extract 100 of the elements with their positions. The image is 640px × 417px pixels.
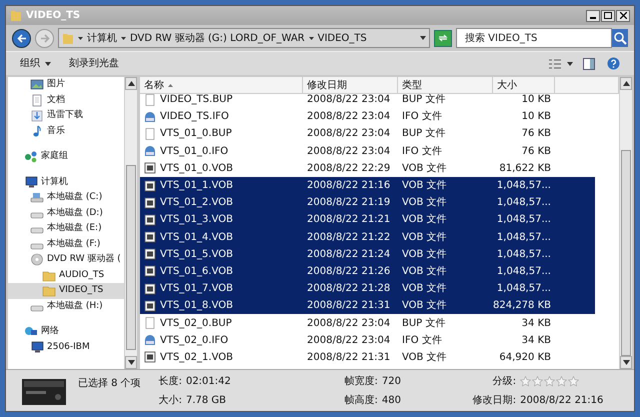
file-row[interactable]: VTS_01_0.IFO 2008/8/22 23:04 IFO 文件 76 KB (140, 142, 595, 160)
scroll-up-button[interactable] (125, 77, 137, 90)
refresh-button[interactable] (434, 30, 452, 46)
back-button[interactable] (12, 28, 31, 48)
back-arrow-icon (16, 34, 26, 42)
file-row[interactable]: VTS_01_0.BUP 2008/8/22 23:04 BUP 文件 76 KB (140, 125, 595, 143)
table-cell-text: IFO 文件 (401, 144, 443, 159)
tree-item[interactable]: 本地磁盘 (H:) (8, 298, 124, 314)
address-bar[interactable]: 计算机 DVD RW 驱动器 (G:) LORD_OF_WAR VIDEO_TS (58, 28, 430, 48)
tree-item[interactable]: 本地磁盘 (F:) (8, 236, 124, 252)
file-row[interactable]: VTS_01_6.VOB 2008/8/22 21:26 VOB 文件 1,048,57... (140, 262, 595, 280)
dropdown-arrow-icon[interactable] (420, 36, 426, 40)
help-icon[interactable] (607, 57, 620, 70)
tree-item[interactable]: 迅雷下载 (8, 108, 124, 124)
info-file-icon (144, 145, 156, 158)
toolbar-button[interactable]: 组织 (20, 56, 51, 71)
table-cell-text: VOB 文件 (401, 162, 448, 176)
table-cell-text: VOB 文件 (401, 248, 448, 262)
file-row[interactable]: VTS_01_3.VOB 2008/8/22 21:21 VOB 文件 1,048,57... (140, 211, 595, 228)
file-row[interactable]: VTS_02_0.BUP 2008/8/22 23:04 BUP 文件 34 KB (140, 314, 595, 332)
scroll-thumb[interactable] (126, 165, 136, 350)
maximize-icon (604, 12, 612, 19)
column-header[interactable]: 修改日期 (303, 77, 398, 93)
chevron-icon (308, 36, 314, 40)
search-icon[interactable] (612, 29, 628, 47)
file-row[interactable]: VTS_01_2.VOB 2008/8/22 21:19 VOB 文件 1,048,57... (140, 194, 595, 212)
file-row[interactable]: VTS_01_0.VOB 2008/8/22 22:29 VOB 文件 81,622 KB (140, 160, 595, 177)
video-file-icon (144, 265, 156, 278)
table-cell-text: 10 KB (520, 110, 552, 124)
detail-value: 720 (382, 374, 402, 388)
table-cell-text: 2008/8/22 23:04 (306, 110, 392, 124)
table-cell-text: 2008/8/22 21:26 (306, 264, 392, 279)
video-file-icon (144, 162, 156, 174)
caret-icon (45, 62, 51, 66)
breadcrumb[interactable]: VIDEO_TS (318, 30, 367, 46)
file-name: VTS_01_1.VOB (160, 179, 233, 194)
table-cell-text: 2008/8/22 21:16 (306, 179, 392, 194)
file-name: VTS_01_0.BUP (160, 127, 232, 142)
tree-item[interactable]: 网络 (8, 324, 124, 340)
file-row[interactable]: VTS_01_4.VOB 2008/8/22 21:22 VOB 文件 1,048,57... (140, 228, 595, 246)
breadcrumb[interactable]: DVD RW 驱动器 (G:) LORD_OF_WAR (130, 30, 305, 46)
tree-item[interactable]: 计算机 (8, 174, 124, 190)
file-name: VTS_01_0.VOB (160, 162, 233, 176)
tree-item[interactable]: VIDEO_TS (8, 283, 124, 298)
star-icon[interactable] (556, 376, 568, 386)
column-header[interactable]: 名称 (140, 77, 303, 93)
view-options-icon[interactable] (549, 58, 561, 68)
table-cell-text: 1,048,57... (496, 230, 552, 245)
scrollbar[interactable] (619, 77, 632, 369)
caret-icon[interactable] (567, 62, 573, 66)
file-row[interactable]: VIDEO_TS.BUP 2008/8/22 23:04 BUP 文件 10 KB (140, 91, 595, 108)
table-cell-text: 2008/8/22 23:04 (306, 93, 392, 108)
star-icon[interactable] (544, 376, 556, 386)
tree-item[interactable]: 2506-IBM (8, 340, 124, 355)
maximize-button[interactable] (601, 10, 615, 22)
scrollbar[interactable] (124, 77, 137, 369)
table-cell-text: 81,622 KB (498, 162, 552, 176)
scroll-down-button[interactable] (620, 356, 632, 369)
video-file-icon (144, 231, 156, 244)
breadcrumb[interactable]: 计算机 (87, 30, 117, 46)
file-row[interactable]: VTS_01_1.VOB 2008/8/22 21:16 VOB 文件 1,048,57... (140, 176, 595, 194)
scroll-thumb[interactable] (621, 150, 631, 356)
tree-item[interactable]: 家庭组 (8, 149, 124, 164)
file-row[interactable]: VTS_01_7.VOB 2008/8/22 21:28 VOB 文件 1,048,57... (140, 280, 595, 298)
table-cell-text: 2008/8/22 22:29 (306, 162, 392, 176)
tree-item[interactable]: 本地磁盘 (D:) (8, 206, 124, 221)
column-header[interactable]: 类型 (398, 77, 493, 93)
video-file-icon (144, 214, 156, 226)
table-cell-text: 2008/8/22 21:31 (306, 299, 392, 314)
file-row[interactable]: VTS_01_5.VOB 2008/8/22 21:24 VOB 文件 1,048,57... (140, 246, 595, 263)
tree-item[interactable]: 本地磁盘 (E:) (8, 221, 124, 236)
minimize-button[interactable] (586, 10, 600, 22)
table-cell-text: 2008/8/22 23:04 (306, 144, 392, 159)
file-row[interactable]: VIDEO_TS.IFO 2008/8/22 23:04 IFO 文件 10 KB (140, 108, 595, 126)
star-icon[interactable] (532, 376, 544, 386)
tree-item[interactable]: 文档 (8, 92, 124, 108)
search-field[interactable]: 搜索 VIDEO_TS (456, 28, 612, 48)
file-row[interactable]: VTS_01_8.VOB 2008/8/22 21:31 VOB 文件 824,278 KB (140, 297, 595, 314)
scroll-down-button[interactable] (125, 356, 137, 369)
info-file-icon (144, 334, 156, 346)
file-name: VIDEO_TS.IFO (160, 110, 229, 124)
scroll-up-button[interactable] (620, 77, 632, 90)
file-name: VTS_01_7.VOB (160, 282, 233, 296)
file-row[interactable]: VTS_02_1.VOB 2008/8/22 21:31 VOB 文件 64,920 KB (140, 348, 595, 366)
tree-item[interactable]: 图片 (8, 77, 124, 92)
preview-pane-icon[interactable] (583, 58, 595, 70)
tree-item[interactable]: AUDIO_TS (8, 268, 124, 283)
file-row[interactable]: VTS_02_0.IFO 2008/8/22 23:04 IFO 文件 34 KB (140, 332, 595, 349)
table-cell-text: 2008/8/22 23:04 (306, 334, 392, 348)
tree-item[interactable]: DVD RW 驱动器 ( (8, 252, 124, 268)
table-cell-text: 34 KB (520, 334, 552, 348)
toolbar-button[interactable]: 刻录到光盘 (69, 56, 119, 71)
close-button[interactable] (616, 10, 630, 22)
tree-item[interactable]: 音乐 (8, 124, 124, 139)
star-icon[interactable] (520, 376, 532, 386)
file-name: VTS_01_2.VOB (160, 196, 233, 210)
column-header[interactable]: 大小 (493, 77, 555, 93)
star-icon[interactable] (568, 376, 580, 386)
file-name: VTS_01_3.VOB (160, 213, 233, 228)
tree-item[interactable]: 本地磁盘 (C:) (8, 190, 124, 206)
